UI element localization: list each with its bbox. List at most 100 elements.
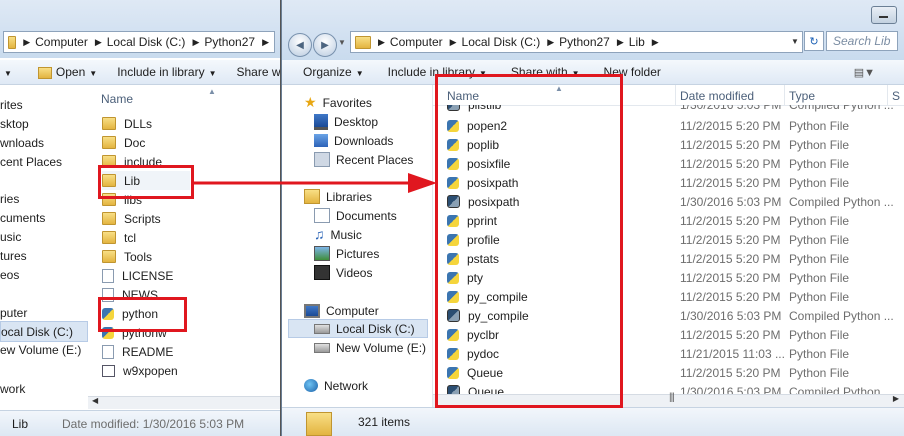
navigation-pane: rites sktop wnloads cent Places ries cum… bbox=[0, 85, 96, 398]
nav-local-disk[interactable]: Local Disk (C:) bbox=[288, 319, 428, 338]
nav-videos[interactable]: eos bbox=[0, 265, 19, 284]
recent-places-icon bbox=[314, 152, 330, 167]
address-bar[interactable]: ▶ Computer ▶ Local Disk (C:) ▶ Python27 … bbox=[3, 31, 275, 53]
nav-favorites[interactable]: ★ Favorites bbox=[304, 93, 372, 112]
file-type: Compiled Python ... bbox=[789, 308, 894, 323]
list-item[interactable]: Tools bbox=[102, 247, 152, 266]
column-divider[interactable] bbox=[887, 85, 888, 105]
nav-pictures[interactable]: tures bbox=[0, 246, 27, 265]
column-divider[interactable] bbox=[784, 85, 785, 105]
refresh-button[interactable]: ↻ bbox=[804, 31, 824, 51]
organize-button[interactable]: Organize ▼ bbox=[303, 65, 364, 79]
nav-local-disk[interactable]: ocal Disk (C:) bbox=[0, 321, 88, 342]
column-header-date-modified[interactable]: Date modified bbox=[680, 86, 754, 106]
file-type: Python File bbox=[789, 346, 850, 361]
nav-music[interactable]: ♫ Music bbox=[314, 225, 362, 244]
nav-new-volume[interactable]: ew Volume (E:) bbox=[0, 340, 81, 359]
documents-icon bbox=[314, 208, 330, 223]
back-button[interactable]: ◀ bbox=[288, 33, 312, 57]
column-divider[interactable] bbox=[675, 85, 676, 105]
chevron-right-icon: ▶ bbox=[23, 36, 31, 47]
address-bar[interactable]: ▶ Computer ▶ Local Disk (C:) ▶ Python27 … bbox=[350, 31, 803, 53]
scroll-grip-icon[interactable]: ||| bbox=[669, 392, 675, 403]
open-folder-icon bbox=[37, 66, 52, 79]
nav-computer[interactable]: puter bbox=[0, 303, 27, 322]
file-date: 11/2/2015 5:20 PM bbox=[680, 251, 781, 266]
view-options-icon[interactable]: ▤▼ bbox=[854, 66, 875, 79]
breadcrumb-lib[interactable]: Lib bbox=[629, 35, 645, 49]
nav-downloads[interactable]: Downloads bbox=[314, 131, 393, 150]
column-header-type[interactable]: Type bbox=[789, 86, 815, 106]
file-type: Python File bbox=[789, 365, 850, 380]
scroll-left-icon[interactable]: ◀ bbox=[92, 396, 98, 405]
open-button[interactable]: Open ▼ bbox=[37, 65, 97, 79]
status-date-modified: Date modified: 1/30/2016 5:03 PM bbox=[62, 417, 245, 431]
column-header-size[interactable]: S bbox=[892, 86, 900, 106]
file-type: Compiled Python ... bbox=[789, 105, 894, 113]
file-date: 1/30/2016 5:03 PM bbox=[680, 105, 781, 113]
share-with-button[interactable]: Share with bbox=[237, 65, 281, 79]
list-item[interactable]: tcl bbox=[102, 228, 136, 247]
nav-libraries[interactable]: ries bbox=[0, 189, 19, 208]
file-date: 1/30/2016 5:03 PM bbox=[680, 308, 782, 323]
file-date: 11/2/2015 5:20 PM bbox=[680, 213, 781, 228]
file-name: DLLs bbox=[124, 116, 153, 131]
nav-favorites[interactable]: rites bbox=[0, 95, 23, 114]
annotation-arrow bbox=[194, 173, 437, 193]
file-type: Python File bbox=[789, 118, 850, 133]
nav-new-volume[interactable]: New Volume (E:) bbox=[314, 338, 426, 357]
list-item[interactable]: DLLs bbox=[102, 114, 152, 133]
breadcrumb-local-disk[interactable]: Local Disk (C:) bbox=[107, 35, 186, 49]
file-type: Python File bbox=[789, 270, 850, 285]
sort-ascending-icon: ▲ bbox=[208, 87, 216, 96]
breadcrumb-local-disk[interactable]: Local Disk (C:) bbox=[462, 35, 541, 49]
folder-icon bbox=[306, 412, 332, 436]
python27-explorer-window: ▶ Computer ▶ Local Disk (C:) ▶ Python27 … bbox=[0, 0, 282, 436]
nav-computer[interactable]: Computer bbox=[304, 301, 379, 320]
nav-music[interactable]: usic bbox=[0, 227, 21, 246]
minimize-button[interactable] bbox=[871, 6, 897, 24]
highlight-lib-folder bbox=[98, 165, 194, 199]
videos-icon bbox=[314, 265, 330, 280]
folder-icon bbox=[355, 35, 371, 49]
horizontal-scrollbar[interactable]: ◀ bbox=[88, 396, 280, 409]
breadcrumb-computer[interactable]: Computer bbox=[390, 35, 443, 49]
file-name: Scripts bbox=[124, 211, 161, 226]
nav-desktop[interactable]: Desktop bbox=[314, 112, 378, 131]
search-input[interactable]: Search Lib bbox=[826, 31, 898, 51]
file-date: 11/21/2015 11:03 ... bbox=[680, 346, 785, 361]
include-in-library-button[interactable]: Include in library ▼ bbox=[117, 65, 216, 79]
folder-icon bbox=[102, 136, 116, 149]
nav-recent-places[interactable]: cent Places bbox=[0, 152, 62, 171]
scroll-right-icon[interactable]: ▶ bbox=[893, 394, 899, 403]
text-file-icon bbox=[102, 344, 114, 359]
nav-videos[interactable]: Videos bbox=[314, 263, 372, 282]
nav-documents[interactable]: Documents bbox=[314, 206, 397, 225]
breadcrumb-python27[interactable]: Python27 bbox=[559, 35, 610, 49]
dropdown-arrow-icon[interactable]: ▼ bbox=[0, 65, 12, 79]
forward-button[interactable]: ▶ bbox=[313, 33, 337, 57]
highlight-lib-files bbox=[435, 74, 623, 408]
downloads-icon bbox=[314, 134, 328, 147]
list-item[interactable]: w9xpopen bbox=[102, 361, 178, 380]
recent-pages-dropdown-icon[interactable]: ▼ bbox=[338, 38, 346, 47]
folder-icon bbox=[102, 117, 116, 130]
nav-downloads[interactable]: wnloads bbox=[0, 133, 44, 152]
breadcrumb-computer[interactable]: Computer bbox=[35, 35, 88, 49]
nav-documents[interactable]: cuments bbox=[0, 208, 45, 227]
list-item[interactable]: Scripts bbox=[102, 209, 161, 228]
nav-network[interactable]: Network bbox=[304, 376, 368, 395]
nav-pictures[interactable]: Pictures bbox=[314, 244, 379, 263]
list-item[interactable]: LICENSE bbox=[102, 266, 173, 285]
address-history-dropdown[interactable]: ▼ bbox=[788, 31, 802, 51]
column-header-name[interactable]: Name bbox=[101, 89, 133, 109]
nav-desktop[interactable]: sktop bbox=[0, 114, 29, 133]
file-type: Python File bbox=[789, 289, 850, 304]
network-icon bbox=[304, 379, 318, 392]
nav-network[interactable]: work bbox=[0, 379, 25, 398]
list-item[interactable]: Doc bbox=[102, 133, 145, 152]
nav-recent-places[interactable]: Recent Places bbox=[314, 150, 413, 169]
breadcrumb-python27[interactable]: Python27 bbox=[204, 35, 255, 49]
list-item[interactable]: README bbox=[102, 342, 173, 361]
details-pane: 321 items bbox=[282, 407, 904, 436]
